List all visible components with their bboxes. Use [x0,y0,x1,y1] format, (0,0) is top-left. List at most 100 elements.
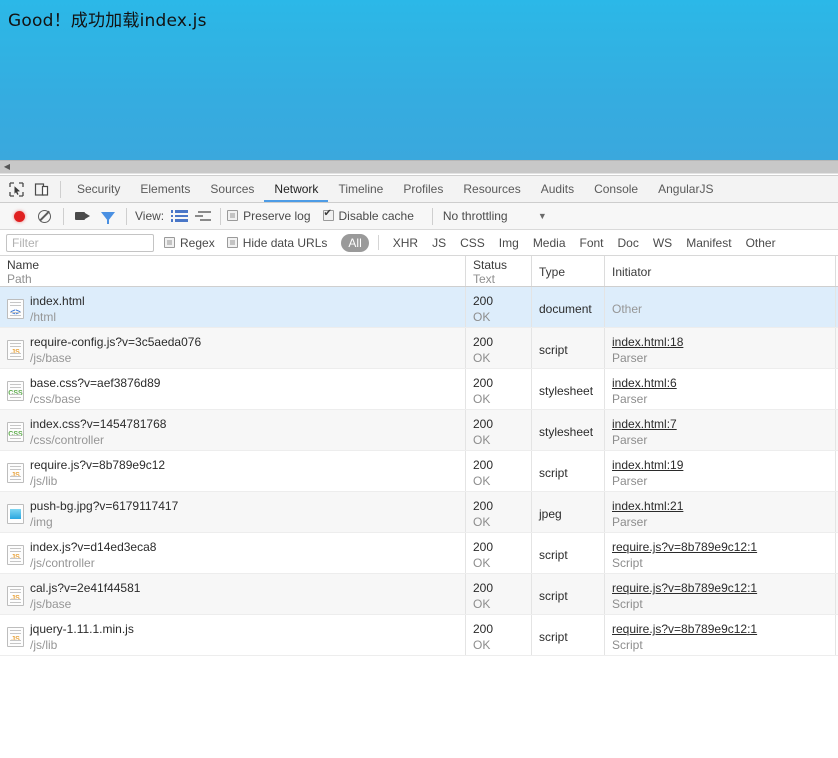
request-name: index.js?v=d14ed3eca8 [30,540,157,554]
request-path: /css/controller [30,433,105,447]
cell-name[interactable]: JS cal.js?v=2e41f44581/js/base [0,574,466,614]
tab-sources[interactable]: Sources [200,176,264,202]
filter-type-js[interactable]: JS [425,236,453,250]
filter-type-ws[interactable]: WS [646,236,679,250]
table-row[interactable]: JS index.js?v=d14ed3eca8/js/controller 200… [0,533,838,574]
cell-name[interactable]: JS require-config.js?v=3c5aeda076/js/base [0,328,466,368]
preserve-log-box-icon [227,210,239,221]
filter-type-doc[interactable]: Doc [611,236,646,250]
initiator-link[interactable]: index.html:19 [612,457,828,473]
cell-type: stylesheet [532,410,605,450]
devtools-tabbar: Security Elements Sources Network Timeli… [0,176,838,203]
filter-type-font[interactable]: Font [573,236,611,250]
record-button[interactable] [7,204,32,228]
network-filter-bar: Regex Hide data URLs All XHR JS CSS Img … [0,230,838,256]
cell-type: stylesheet [532,369,605,409]
table-row[interactable]: push-bg.jpg?v=6179117417/img 200 OK jpeg ind… [0,492,838,533]
tab-network[interactable]: Network [264,176,329,202]
controls-divider-3 [220,207,222,225]
cell-name[interactable]: JS index.js?v=d14ed3eca8/js/controller [0,533,466,573]
cell-type: script [532,451,605,491]
view-label: View: [135,209,165,223]
regex-checkbox[interactable]: Regex [164,236,227,250]
status-code: 200 [473,622,494,636]
hide-data-urls-checkbox[interactable]: Hide data URLs [226,236,340,250]
filter-input[interactable] [6,233,154,252]
cell-name[interactable]: JS jquery-1.11.1.min.js/js/lib [0,615,466,655]
table-row[interactable]: JS require.js?v=8b789e9c12/js/lib 200 OK scr… [0,451,838,492]
disable-cache-checkbox[interactable]: Disable cache [322,208,426,223]
status-text: OK [473,392,491,406]
table-body-scroll-area[interactable]: <> index.html/html 200 OK document Other JS req… [0,287,838,664]
column-header-initiator[interactable]: Initiator [605,256,836,286]
cell-type: script [532,615,605,655]
cell-initiator: Other [605,287,836,327]
table-row[interactable]: JS cal.js?v=2e41f44581/js/base 200 OK script… [0,574,838,615]
column-header-name[interactable]: Name Path [0,256,466,286]
column-header-type[interactable]: Type [532,256,605,286]
scroll-left-arrow-icon[interactable]: ◀ [0,161,14,173]
table-row[interactable]: <> index.html/html 200 OK document Other [0,287,838,328]
resource-type: script [539,589,568,603]
cell-name[interactable]: CSS index.css?v=1454781768/css/controller [0,410,466,450]
tab-timeline[interactable]: Timeline [328,176,393,202]
css-file-icon: CSS [7,381,24,401]
capture-screenshots-button[interactable] [70,204,95,228]
initiator-link[interactable]: index.html:6 [612,375,828,391]
view-waterfall-button[interactable] [192,207,214,225]
table-row[interactable]: JS jquery-1.11.1.min.js/js/lib 200 OK script… [0,615,838,656]
cell-initiator: index.html:19 Parser [605,451,836,491]
cell-initiator: index.html:18 Parser [605,328,836,368]
filter-type-manifest[interactable]: Manifest [679,236,738,250]
tab-security[interactable]: Security [67,176,130,202]
clear-button[interactable] [32,204,57,228]
cell-name[interactable]: JS require.js?v=8b789e9c12/js/lib [0,451,466,491]
initiator-link[interactable]: index.html:18 [612,334,828,350]
filter-type-xhr[interactable]: XHR [386,236,425,250]
column-header-status[interactable]: Status Text [466,256,532,286]
view-list-button[interactable] [170,207,192,225]
network-requests-table: Name Path Status Text Type Initiator <> i… [0,256,838,758]
scrollbar-track[interactable] [14,161,838,173]
tab-console[interactable]: Console [584,176,648,202]
status-code: 200 [473,417,494,431]
status-text: OK [473,433,491,447]
inspect-element-icon[interactable] [4,177,29,201]
filter-toggle-button[interactable] [95,204,120,228]
tab-elements[interactable]: Elements [130,176,200,202]
device-toolbar-icon[interactable] [29,177,54,201]
cell-name[interactable]: CSS base.css?v=aef3876d89/css/base [0,369,466,409]
cell-name[interactable]: push-bg.jpg?v=6179117417/img [0,492,466,532]
controls-divider-4 [431,207,433,225]
throttling-select[interactable]: No throttling ▼ [443,209,547,223]
page-horizontal-scrollbar[interactable]: ◀ [0,160,838,174]
table-row[interactable]: CSS index.css?v=1454781768/css/controller… [0,410,838,451]
table-row[interactable]: CSS base.css?v=aef3876d89/css/base 200 OK st… [0,369,838,410]
initiator-text: Other [612,302,643,316]
cell-name[interactable]: <> index.html/html [0,287,466,327]
filter-type-other[interactable]: Other [739,236,783,250]
resource-type: script [539,630,568,644]
waterfall-view-icon [195,210,212,222]
cell-initiator: require.js?v=8b789e9c12:1 Script [605,615,836,655]
table-row[interactable]: JS require-config.js?v=3c5aeda076/js/base… [0,328,838,369]
tab-resources[interactable]: Resources [453,176,530,202]
request-path: /js/base [30,351,72,365]
filter-type-media[interactable]: Media [526,236,573,250]
preserve-log-checkbox[interactable]: Preserve log [227,209,322,223]
tab-profiles[interactable]: Profiles [393,176,453,202]
status-code: 200 [473,376,494,390]
initiator-link[interactable]: index.html:21 [612,498,828,514]
filter-type-css[interactable]: CSS [453,236,492,250]
tab-angularjs[interactable]: AngularJS [648,176,723,202]
cell-type: script [532,533,605,573]
filter-type-img[interactable]: Img [492,236,526,250]
initiator-link[interactable]: require.js?v=8b789e9c12:1 [612,539,828,555]
initiator-link[interactable]: require.js?v=8b789e9c12:1 [612,580,828,596]
filter-type-all[interactable]: All [341,233,369,252]
initiator-link[interactable]: index.html:7 [612,416,828,432]
tab-audits[interactable]: Audits [531,176,584,202]
status-text: OK [473,638,491,652]
initiator-link[interactable]: require.js?v=8b789e9c12:1 [612,621,828,637]
column-header-type-title: Type [539,265,566,279]
